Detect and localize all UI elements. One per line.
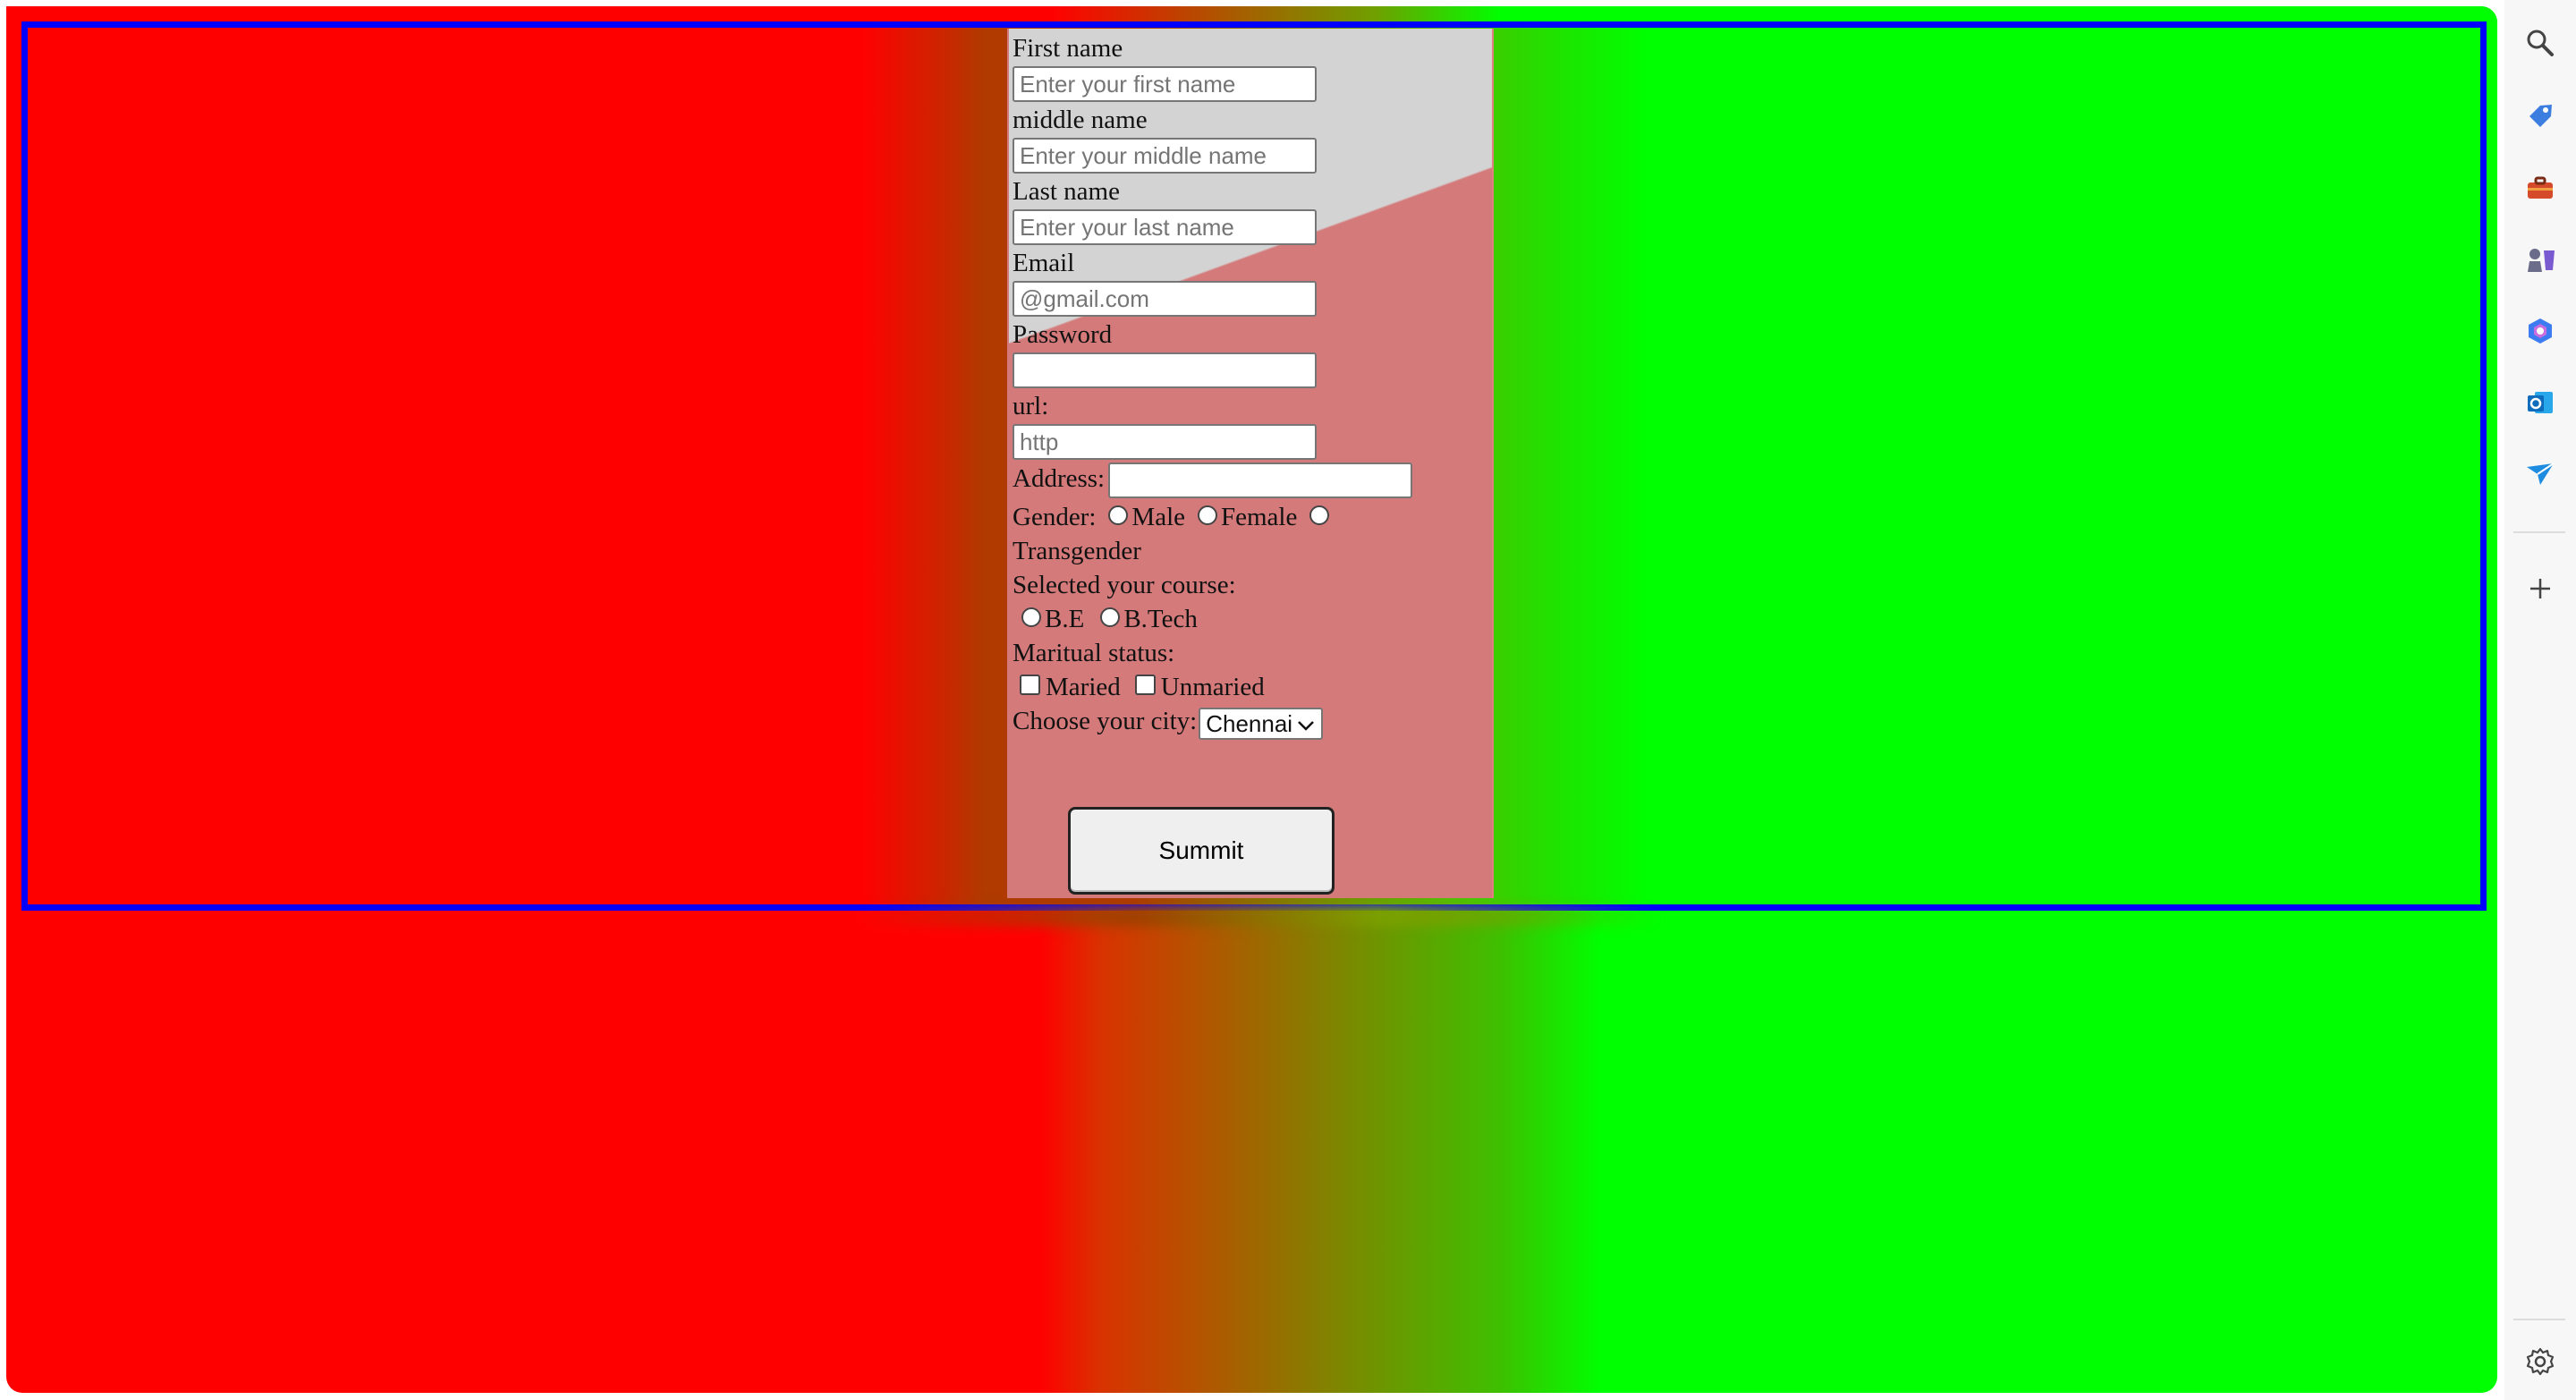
gender-female-radio[interactable]: [1198, 505, 1217, 526]
course-row: B.E B.Tech: [1013, 602, 1488, 636]
copilot-icon[interactable]: [2522, 313, 2558, 349]
gender-male-radio[interactable]: [1108, 505, 1129, 526]
marital-label: Maritual status:: [1013, 639, 1175, 668]
right-sidebar: [2504, 0, 2576, 1400]
email-input[interactable]: [1013, 281, 1317, 317]
course-btech-radio[interactable]: [1100, 607, 1121, 628]
frame-shadow: [856, 905, 1661, 927]
tag-icon[interactable]: [2522, 98, 2558, 134]
unmarried-label: Unmaried: [1160, 673, 1265, 702]
city-label: Choose your city:: [1013, 707, 1198, 736]
send-icon[interactable]: [2522, 456, 2558, 492]
first-name-input[interactable]: [1013, 66, 1317, 102]
middle-name-label: middle name: [1013, 106, 1148, 134]
gender-label: Gender:: [1013, 503, 1097, 532]
email-label: Email: [1013, 249, 1075, 277]
first-name-label: First name: [1013, 34, 1123, 63]
chess-icon[interactable]: [2522, 242, 2558, 277]
sidebar-divider-bottom: [2513, 1319, 2565, 1320]
outlook-icon[interactable]: [2522, 385, 2558, 420]
middle-name-input[interactable]: [1013, 138, 1317, 174]
gender-female-label: Female: [1221, 503, 1298, 532]
sidebar-divider: [2513, 531, 2565, 533]
search-icon[interactable]: [2522, 25, 2558, 61]
add-icon[interactable]: [2522, 571, 2558, 607]
registration-form: First name middle name Last name Email P…: [1007, 29, 1494, 898]
course-label: Selected your course:: [1013, 571, 1236, 600]
url-input[interactable]: [1013, 424, 1317, 460]
last-name-input[interactable]: [1013, 209, 1317, 245]
password-label: Password: [1013, 320, 1113, 349]
married-label: Maried: [1046, 673, 1121, 702]
course-be-label: B.E: [1045, 605, 1085, 634]
city-row: Choose your city: Chennai: [1013, 704, 1488, 740]
settings-icon[interactable]: [2522, 1344, 2558, 1379]
gender-transgender-radio[interactable]: [1309, 505, 1330, 526]
password-input[interactable]: [1013, 352, 1317, 388]
marital-row: Maried Unmaried: [1013, 670, 1488, 704]
toolbox-icon[interactable]: [2522, 170, 2558, 206]
city-select-value: Chennai: [1206, 709, 1293, 737]
gender-transgender-label: Transgender: [1013, 537, 1141, 566]
address-row: Address:: [1013, 462, 1488, 499]
address-input[interactable]: [1108, 462, 1413, 499]
address-label: Address:: [1013, 464, 1106, 493]
url-label: url:: [1013, 392, 1049, 420]
course-btech-label: B.Tech: [1123, 605, 1198, 634]
gender-row: Gender: Male Female: [1013, 500, 1488, 534]
last-name-label: Last name: [1013, 177, 1120, 206]
submit-button[interactable]: Summit: [1068, 807, 1335, 895]
gender-male-label: Male: [1131, 503, 1185, 532]
married-checkbox[interactable]: [1020, 675, 1040, 696]
course-be-radio[interactable]: [1021, 607, 1041, 628]
chevron-down-icon: [1298, 720, 1314, 731]
unmarried-checkbox[interactable]: [1134, 675, 1156, 696]
city-select[interactable]: Chennai: [1199, 707, 1324, 740]
